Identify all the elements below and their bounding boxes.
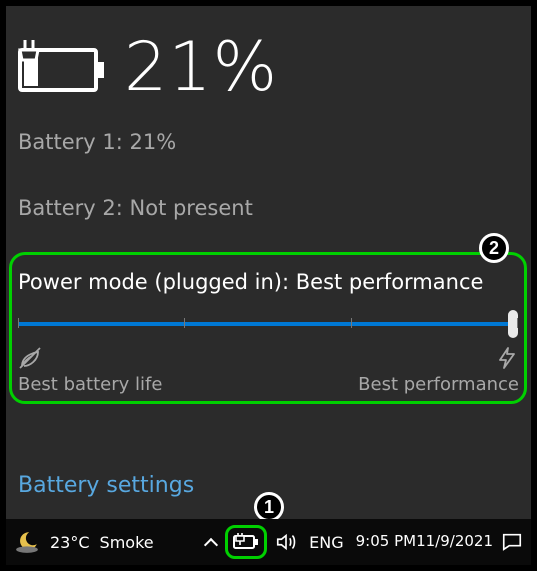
clock-date: 11/9/2021 bbox=[416, 533, 493, 550]
notifications-icon bbox=[501, 531, 523, 553]
volume-icon bbox=[275, 531, 297, 553]
battery-percent: 21% bbox=[124, 28, 278, 107]
weather-widget[interactable]: 23°C Smoke bbox=[14, 529, 154, 555]
tray-clock[interactable]: 9:05 PM 11/9/2021 bbox=[356, 533, 493, 550]
power-mode-right-caption: Best performance bbox=[358, 374, 519, 395]
power-mode-label: Power mode (plugged in): Best performanc… bbox=[18, 270, 483, 294]
battery-1-status: Battery 1: 21% bbox=[18, 130, 176, 154]
power-mode-slider[interactable] bbox=[18, 314, 518, 334]
tray-battery-button[interactable] bbox=[225, 525, 267, 559]
battery-flyout: 21% Battery 1: 21% Battery 2: Not presen… bbox=[6, 6, 531, 526]
tray-overflow-chevron[interactable] bbox=[203, 535, 217, 549]
taskbar: 23°C Smoke ENG 9:05 PM 11/9/2021 bbox=[6, 519, 531, 565]
tray-notifications-button[interactable] bbox=[501, 531, 523, 553]
weather-moon-icon bbox=[14, 529, 40, 555]
battery-header: 21% bbox=[16, 28, 278, 107]
battery-large-icon bbox=[16, 40, 108, 96]
tray-language[interactable]: ENG bbox=[309, 533, 343, 552]
power-mode-panel: Power mode (plugged in): Best performanc… bbox=[16, 256, 521, 406]
leaf-icon bbox=[18, 346, 42, 370]
power-mode-left-caption: Best battery life bbox=[18, 374, 162, 395]
weather-temp: 23°C bbox=[50, 533, 90, 552]
clock-time: 9:05 PM bbox=[356, 533, 416, 550]
battery-tray-icon bbox=[233, 533, 259, 551]
chevron-up-icon bbox=[203, 535, 217, 549]
battery-2-status: Battery 2: Not present bbox=[18, 196, 253, 220]
weather-condition: Smoke bbox=[100, 533, 154, 552]
battery-settings-link[interactable]: Battery settings bbox=[18, 473, 194, 498]
lightning-icon bbox=[495, 346, 519, 370]
tray-volume-button[interactable] bbox=[275, 531, 297, 553]
